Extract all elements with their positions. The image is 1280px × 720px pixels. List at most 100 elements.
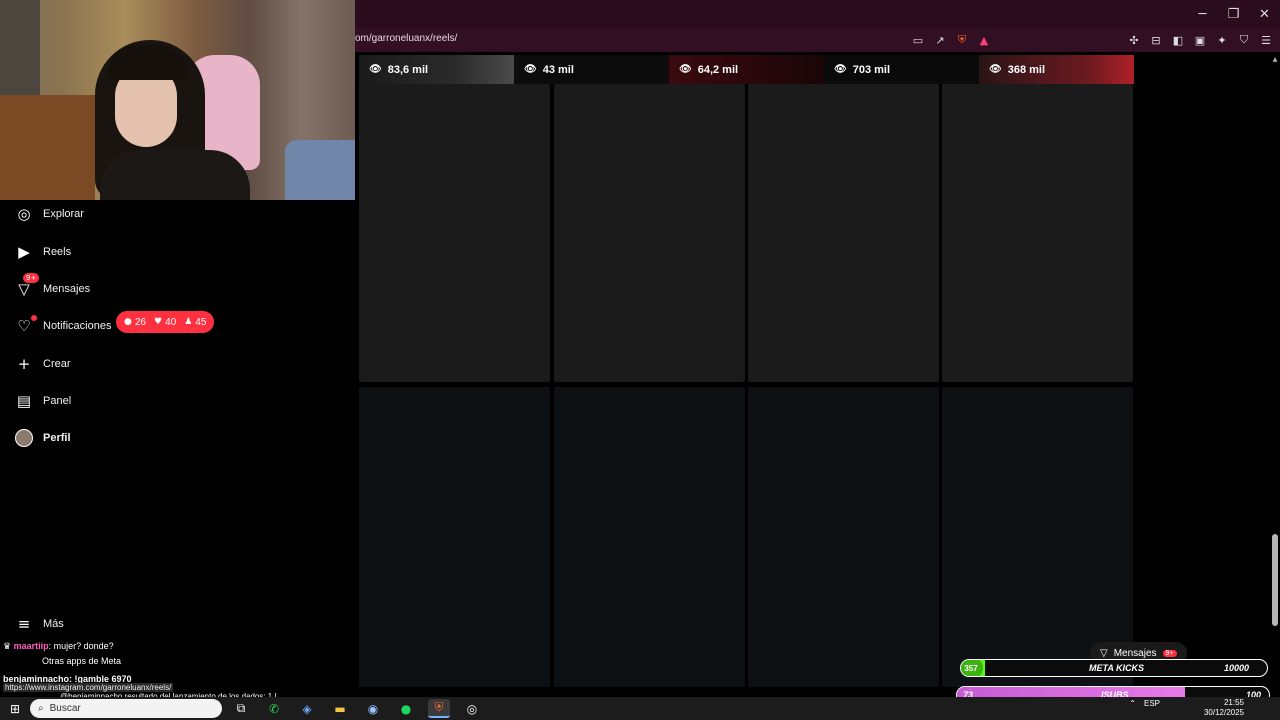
webcam-overlay [0, 0, 355, 200]
nav-item-notificaciones[interactable]: ♡ Notificaciones [14, 311, 111, 341]
whatsapp-icon[interactable]: ✆ [263, 699, 285, 718]
minimize-button[interactable]: ─ [1187, 0, 1218, 28]
reel-views-5-value: 368 mil [1007, 63, 1046, 76]
nav-item-explorar[interactable]: ◎ Explorar [14, 199, 84, 229]
dashboard-icon: ▤ [16, 392, 32, 410]
nav-item-reels[interactable]: ▶ Reels [14, 237, 71, 267]
taskbar: ⊞ ⌕ Buscar ⧉ ✆ ◈ ▬ ◉ ● ⛨ ◎ ⌃ ESP 21:55 3… [0, 697, 1280, 720]
link-status-url: https://www.instagram.com/garroneluanx/r… [3, 683, 174, 692]
taskbar-search[interactable]: ⌕ Buscar [30, 699, 222, 718]
brave-browser-icon[interactable]: ⛨ [428, 699, 450, 718]
plus-icon: + [17, 355, 31, 373]
address-actions: ▭ ↗ ⛨ ▲ [910, 31, 992, 49]
avatar [14, 428, 34, 448]
taskbar-clock[interactable]: 21:55 30/12/2025 [1204, 698, 1244, 718]
webcam-curtain [0, 0, 40, 100]
brave-rewards-icon[interactable]: ▲ [976, 31, 992, 49]
task-view-icon[interactable]: ⧉ [230, 699, 252, 718]
window-controls: ─ ❐ ✕ [1187, 0, 1280, 28]
reel-placeholder[interactable] [748, 387, 939, 687]
reel-placeholder[interactable] [554, 387, 745, 687]
kicks-goal: 10000 [1223, 663, 1249, 673]
heart-icon: ♡ [14, 315, 37, 336]
nav-item-mensajes[interactable]: ▽ 9+ Mensajes [14, 273, 91, 304]
reels-icon: ▶ [18, 243, 30, 261]
webcam-jacket [285, 140, 355, 200]
windows-start-icon[interactable]: ⊞ [4, 699, 26, 718]
nav-label-reels: Reels [43, 246, 72, 258]
heart-filled-icon: ♥ [153, 317, 163, 327]
cast-icon[interactable]: ▭ [910, 31, 926, 49]
reel-placeholder[interactable] [554, 84, 745, 382]
kicks-label: META KICKS [1089, 663, 1144, 673]
close-button[interactable]: ✕ [1249, 0, 1280, 28]
follows-count: ♟ 45 [184, 317, 206, 328]
reel-views-2-value: 43 mil [542, 63, 574, 76]
taskbar-search-label: Buscar [49, 703, 81, 714]
compass-icon: ◎ [17, 205, 31, 223]
comment-icon: ● [124, 317, 132, 327]
notifications-summary-pill[interactable]: ● 26 ♥ 40 ♟ 45 [116, 311, 215, 333]
mensajes-badge: 9+ [23, 273, 40, 283]
eye-icon: 👁 [834, 64, 847, 75]
nav-label-crear: Crear [43, 358, 71, 370]
chat-text: : mujer? donde? [48, 641, 114, 651]
reel-placeholder[interactable] [359, 387, 550, 687]
nav-item-mas[interactable]: ≡ Más [14, 609, 64, 639]
clock-time: 21:55 [1223, 698, 1244, 707]
reel-views-3-value: 64,2 mil [697, 63, 739, 76]
reels-views-row: 👁 83,6 mil 👁 43 mil 👁 64,2 mil 👁 703 mil 👁 36… [359, 55, 1134, 84]
chevron-up-icon[interactable]: ⌃ [1129, 699, 1136, 708]
scroll-up-icon[interactable]: ▲ [1271, 56, 1279, 63]
keyboard-language[interactable]: ESP [1144, 699, 1160, 708]
address-bar: om/garroneluanx/reels/ ▭ ↗ ⛨ ▲ ✣ ⊟ ◧ ▣ ✦… [355, 28, 1280, 52]
obs-icon[interactable]: ◎ [461, 699, 483, 718]
crown-icon: ♛ [3, 641, 14, 651]
messenger-icon: ▽ 9+ [14, 273, 40, 299]
restore-button[interactable]: ❐ [1218, 0, 1249, 28]
eye-icon: 👁 [524, 64, 537, 75]
reel-views-5: 👁 368 mil [989, 55, 1045, 84]
leo-ai-icon[interactable]: ✦ [1214, 31, 1230, 49]
likes-count: ♥ 40 [154, 317, 176, 328]
reel-placeholder[interactable] [942, 84, 1133, 382]
extensions-icon[interactable]: ✣ [1126, 31, 1142, 49]
url-field[interactable]: om/garroneluanx/reels/ [355, 33, 457, 44]
page-scrollbar[interactable]: ▲ [1270, 52, 1280, 692]
nav-label-explorar: Explorar [43, 208, 84, 220]
wallet-icon[interactable]: ▣ [1192, 31, 1208, 49]
system-tray: ⌃ ESP [1129, 699, 1160, 708]
share-icon[interactable]: ↗ [932, 31, 948, 49]
steam-icon[interactable]: ◉ [362, 699, 384, 718]
sidebar-toggle-icon[interactable]: ◧ [1170, 31, 1186, 49]
hamburger-icon: ≡ [17, 615, 31, 633]
nav-item-perfil[interactable]: Perfil [14, 423, 71, 453]
eye-icon: 👁 [369, 64, 382, 75]
vpn-icon[interactable]: ⛉ [1236, 31, 1252, 49]
copilot-icon[interactable]: ◈ [296, 699, 318, 718]
nav-item-panel[interactable]: ▤ Panel [14, 386, 71, 416]
reel-placeholder[interactable] [748, 84, 939, 382]
mensajes-float-label: Mensajes [1113, 647, 1157, 659]
otras-apps-link[interactable]: Otras apps de Meta [42, 656, 121, 666]
comments-count: ● 26 [124, 317, 146, 328]
taskbar-apps: ⧉ ✆ ◈ ▬ ◉ ● ⛨ ◎ [230, 699, 483, 718]
follows-count-value: 45 [195, 316, 207, 328]
clock-date: 30/12/2025 [1203, 708, 1244, 717]
nav-label-mensajes: Mensajes [43, 283, 91, 295]
notification-dot [31, 315, 37, 321]
brave-shield-icon[interactable]: ⛨ [954, 31, 970, 49]
toolbar-actions: ✣ ⊟ ◧ ▣ ✦ ⛉ ☰ [1126, 31, 1274, 49]
eye-icon: 👁 [679, 64, 692, 75]
nav-label-panel: Panel [43, 395, 72, 407]
file-explorer-icon[interactable]: ▬ [329, 699, 351, 718]
reel-views-4: 👁 703 mil [834, 55, 890, 84]
reel-placeholder[interactable] [359, 84, 550, 382]
messenger-icon: ▽ [1100, 647, 1108, 659]
reel-views-3: 👁 64,2 mil [679, 55, 738, 84]
menu-icon[interactable]: ☰ [1258, 31, 1274, 49]
nav-item-crear[interactable]: + Crear [14, 349, 71, 379]
tab-search-icon[interactable]: ⊟ [1148, 31, 1164, 49]
spotify-icon[interactable]: ● [395, 699, 417, 718]
scrollbar-thumb[interactable] [1272, 534, 1278, 626]
